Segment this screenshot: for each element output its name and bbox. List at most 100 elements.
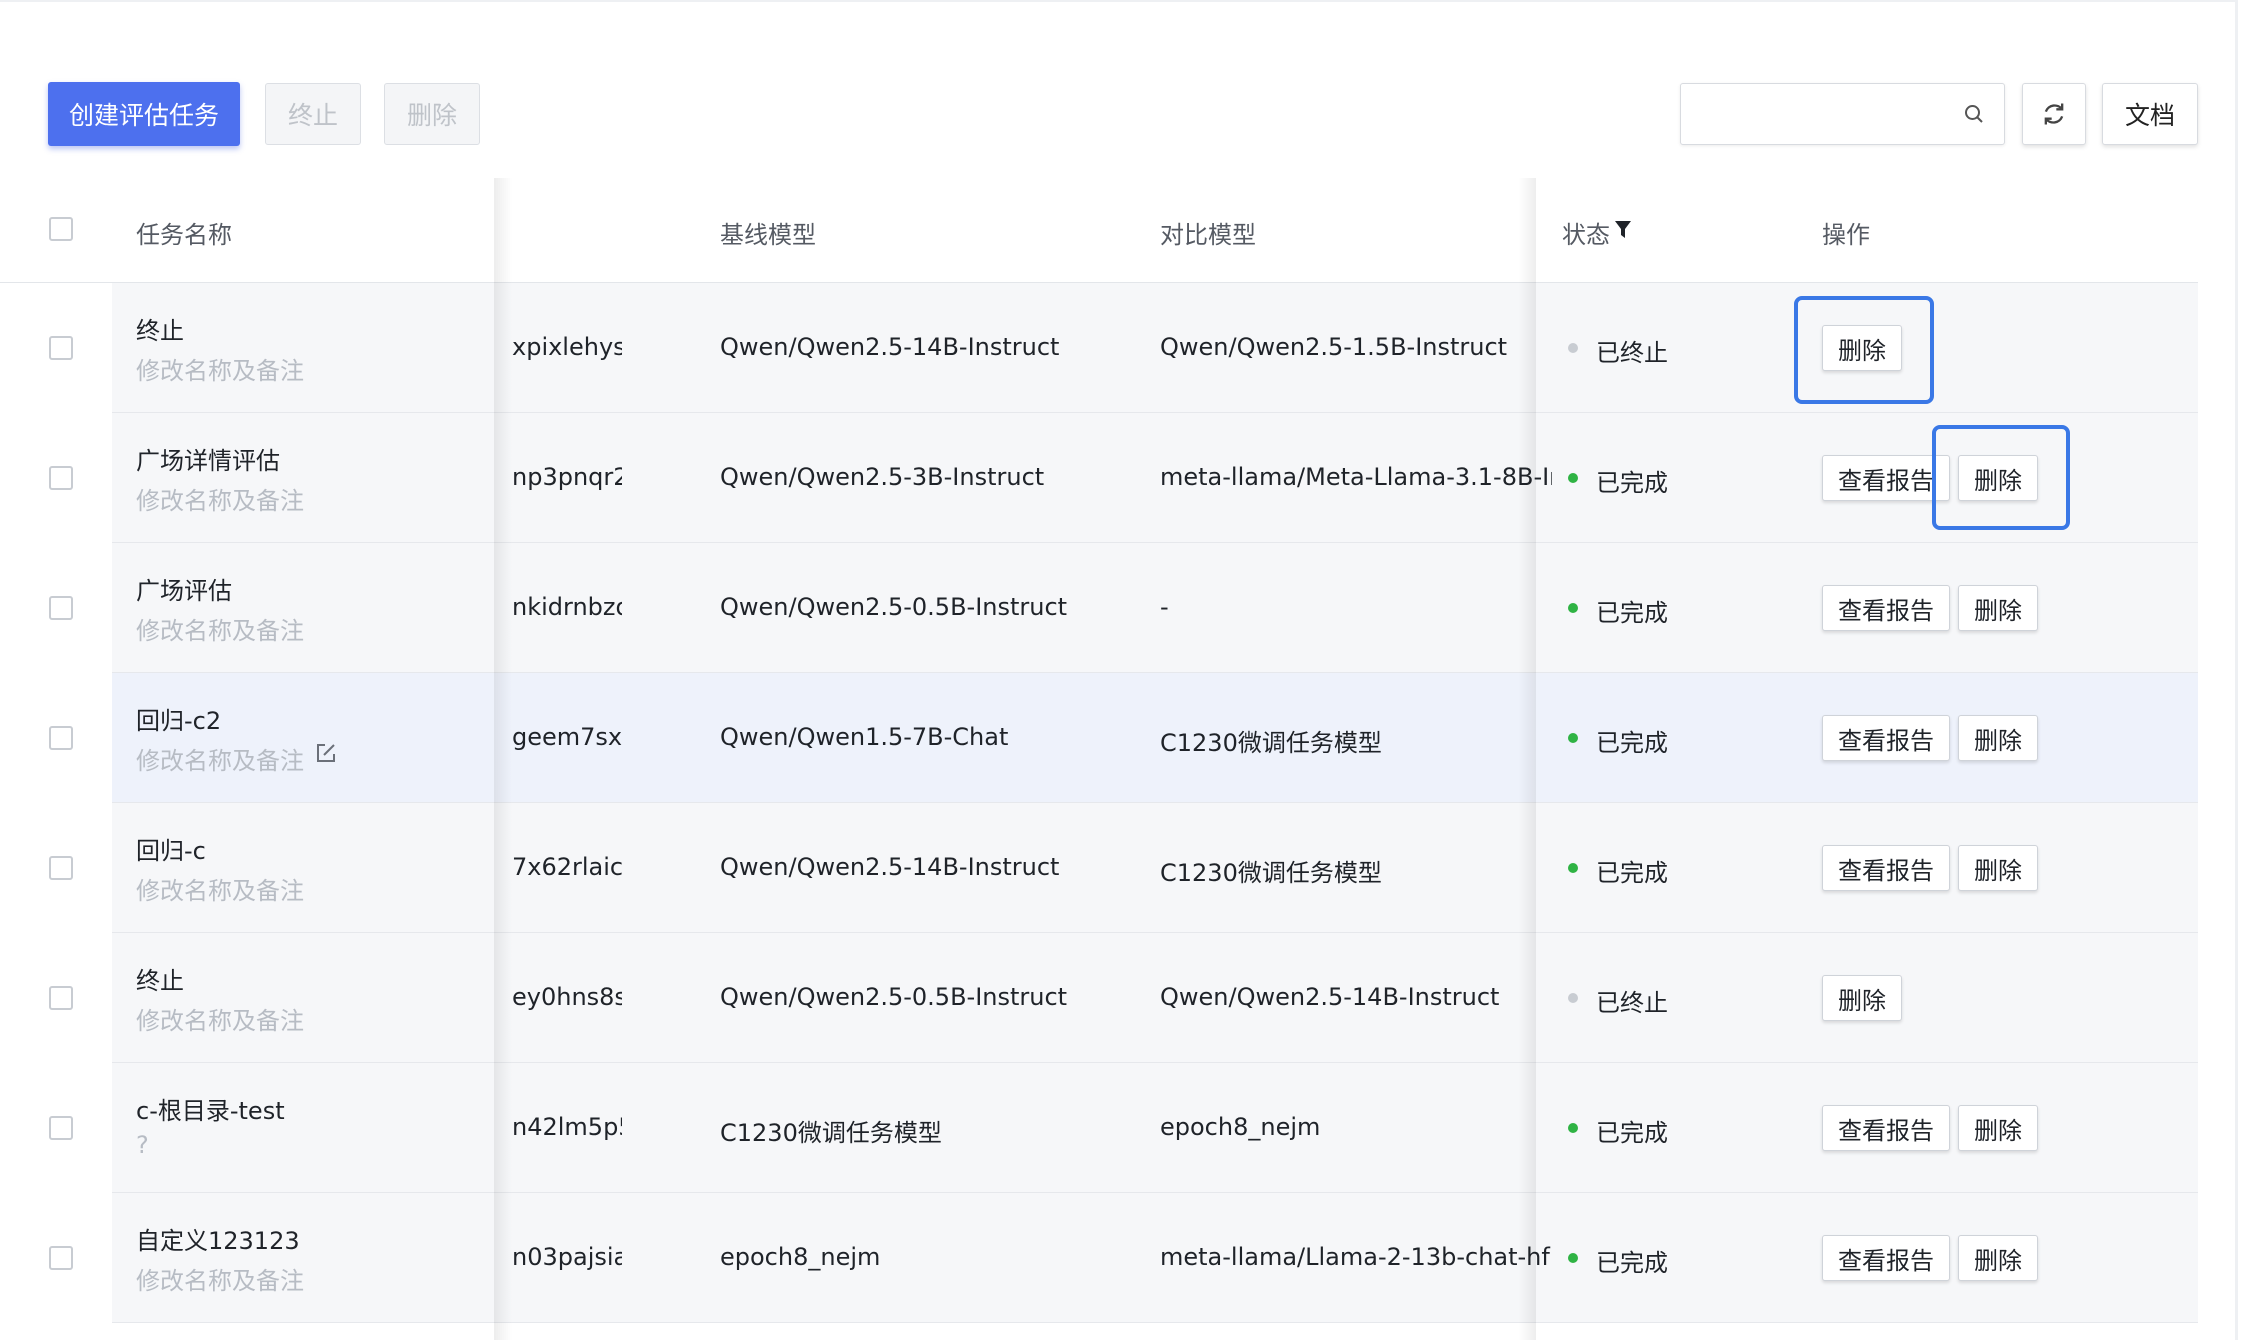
highlight-box <box>1932 425 2070 530</box>
task-remark[interactable]: 修改名称及备注 <box>136 481 304 516</box>
select-all-checkbox[interactable] <box>49 217 73 241</box>
row-checkbox[interactable] <box>49 726 73 750</box>
view-report-button[interactable]: 查看报告 <box>1822 585 1950 631</box>
status-dot <box>1568 733 1578 743</box>
status-text: 已完成 <box>1596 859 1668 887</box>
task-remark[interactable]: 修改名称及备注 <box>136 871 304 906</box>
refresh-button[interactable] <box>2022 83 2086 145</box>
edit-icon[interactable] <box>314 741 338 765</box>
table-row[interactable]: 终止修改名称及备注 ey0hns8sv Qwen/Qwen2.5-0.5B-Inst… <box>112 933 2198 1063</box>
task-id: nkidrnbzo <box>512 593 622 621</box>
status-text: 已完成 <box>1596 469 1668 497</box>
row-checkbox[interactable] <box>49 336 73 360</box>
highlight-box <box>1794 296 1934 404</box>
docs-button[interactable]: 文档 <box>2102 83 2198 145</box>
baseline-model: Qwen/Qwen2.5-3B-Instruct <box>720 463 1045 491</box>
compare-model: epoch8_nejm <box>1160 1113 1321 1141</box>
task-name: 回归-c2 <box>136 707 222 735</box>
table-row[interactable]: c-根目录-test? n42lm5p5sf C1230微调任务模型 epoch8_n… <box>112 1063 2198 1193</box>
task-remark[interactable]: 修改名称及备注 <box>136 1261 304 1296</box>
row-checkbox[interactable] <box>49 466 73 490</box>
create-task-button[interactable]: 创建评估任务 <box>48 82 240 146</box>
task-remark[interactable]: 修改名称及备注 <box>136 611 304 646</box>
baseline-model: C1230微调任务模型 <box>720 1119 942 1147</box>
row-checkbox[interactable] <box>49 596 73 620</box>
row-checkbox[interactable] <box>49 1116 73 1140</box>
status-text: 已完成 <box>1596 599 1668 627</box>
status-dot <box>1568 993 1578 1003</box>
task-id: np3pnqr2n <box>512 463 622 491</box>
compare-model: meta-llama/Llama-2-13b-chat-hf <box>1160 1243 1550 1271</box>
refresh-icon <box>2044 103 2064 125</box>
search-input[interactable] <box>1680 83 2005 145</box>
delete-button[interactable]: 删除 <box>1958 715 2038 761</box>
table-row[interactable]: 回归-c 修改名称及备注 7x62rlaic Qwen/Qwen2.5-14B-Ins… <box>112 803 2198 933</box>
status-dot <box>1568 343 1578 353</box>
baseline-model: epoch8_nejm <box>720 1243 881 1271</box>
task-name: 终止 <box>136 967 184 995</box>
task-id: 7x62rlaic <box>512 853 622 881</box>
task-name: c-根目录-test <box>136 1097 285 1125</box>
compare-model: meta-llama/Meta-Llama-3.1-8B-In... <box>1160 463 1552 491</box>
delete-button[interactable]: 删除 <box>1958 585 2038 631</box>
filter-icon[interactable] <box>1614 220 1632 240</box>
col-compare-model: 对比模型 <box>1160 221 1256 249</box>
status-dot <box>1568 1123 1578 1133</box>
table-row[interactable]: 广场评估 修改名称及备注 nkidrnbzo Qwen/Qwen2.5-0.5B-In… <box>112 543 2198 673</box>
view-report-button[interactable]: 查看报告 <box>1822 455 1950 501</box>
row-checkbox[interactable] <box>49 986 73 1010</box>
delete-button[interactable]: 删除 <box>1958 845 2038 891</box>
task-id: geem7sxv8 <box>512 723 622 751</box>
compare-model: C1230微调任务模型 <box>1160 729 1382 757</box>
task-id: n03pajsia7 <box>512 1243 622 1271</box>
col-task-name: 任务名称 <box>136 221 232 249</box>
task-remark[interactable]: 修改名称及备注 <box>136 351 304 386</box>
task-remark[interactable]: 修改名称及备注 <box>136 741 304 776</box>
status-text: 已终止 <box>1596 989 1668 1017</box>
task-name: 广场详情评估 <box>136 447 280 475</box>
delete-button[interactable]: 删除 <box>1822 975 1902 1021</box>
status-text: 已完成 <box>1596 1119 1668 1147</box>
task-remark[interactable]: ? <box>136 1131 149 1159</box>
table-row[interactable]: 广场详情评估修改名称及备注 np3pnqr2n Qwen/Qwen2.5-3B-In… <box>112 413 2198 543</box>
status-text: 已终止 <box>1596 339 1668 367</box>
task-id: n42lm5p5sf <box>512 1113 622 1141</box>
status-dot <box>1568 603 1578 613</box>
row-checkbox[interactable] <box>49 1246 73 1270</box>
baseline-model: Qwen/Qwen1.5-7B-Chat <box>720 723 1009 751</box>
task-name: 回归-c <box>136 837 206 865</box>
search-icon <box>1965 105 1983 123</box>
task-name: 广场评估 <box>136 577 232 605</box>
bulk-delete-button[interactable]: 删除 <box>384 83 480 145</box>
task-name: 自定义123123 <box>136 1227 300 1255</box>
view-report-button[interactable]: 查看报告 <box>1822 1105 1950 1151</box>
fixed-right-shadow <box>1518 178 1536 1340</box>
status-text: 已完成 <box>1596 1249 1668 1277</box>
task-remark[interactable]: 修改名称及备注 <box>136 1001 304 1036</box>
delete-button[interactable]: 删除 <box>1958 1105 2038 1151</box>
task-id: ey0hns8sv <box>512 983 622 1011</box>
baseline-model: Qwen/Qwen2.5-0.5B-Instruct <box>720 983 1068 1011</box>
status-dot <box>1568 1253 1578 1263</box>
table-row[interactable]: 自定义123123 修改名称及备注 n03pajsia7 epoch8_nejm met… <box>112 1193 2198 1323</box>
baseline-model: Qwen/Qwen2.5-14B-Instruct <box>720 333 1060 361</box>
task-name: 终止 <box>136 317 184 345</box>
fixed-left-shadow <box>494 178 512 1340</box>
table-header: 任务名称 基线模型 对比模型 状态 操作 <box>0 178 2198 283</box>
delete-button[interactable]: 删除 <box>1958 1235 2038 1281</box>
compare-model: - <box>1160 593 1169 621</box>
view-report-button[interactable]: 查看报告 <box>1822 715 1950 761</box>
status-dot <box>1568 863 1578 873</box>
row-checkbox[interactable] <box>49 856 73 880</box>
task-id: xpixlehys <box>512 333 622 361</box>
compare-model: Qwen/Qwen2.5-14B-Instruct <box>1160 983 1500 1011</box>
status-text: 已完成 <box>1596 729 1668 757</box>
col-status: 状态 <box>1562 221 1610 249</box>
status-dot <box>1568 473 1578 483</box>
view-report-button[interactable]: 查看报告 <box>1822 1235 1950 1281</box>
table-row[interactable]: 回归-c2 修改名称及备注 geem7sxv8 Qwen/Qwen1.5-7B-Cha… <box>112 673 2198 803</box>
stop-button[interactable]: 终止 <box>265 83 361 145</box>
view-report-button[interactable]: 查看报告 <box>1822 845 1950 891</box>
col-baseline-model: 基线模型 <box>720 221 816 249</box>
col-operations: 操作 <box>1822 221 1870 249</box>
